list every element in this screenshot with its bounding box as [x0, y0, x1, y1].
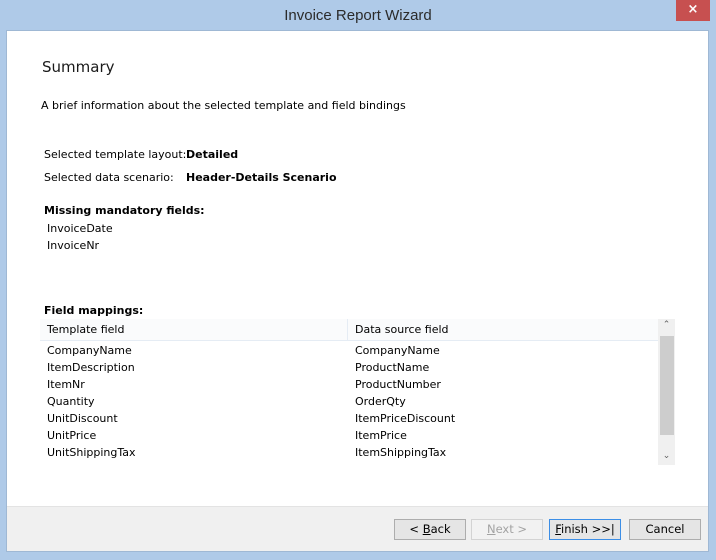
data-source-cell: ProductName: [355, 361, 430, 374]
page-description: A brief information about the selected t…: [41, 99, 406, 112]
scroll-up-arrow-icon[interactable]: ⌃: [658, 320, 675, 330]
template-layout-label: Selected template layout:: [44, 148, 187, 161]
template-field-cell: ItemNr: [47, 378, 85, 391]
cancel-button[interactable]: Cancel: [629, 519, 701, 540]
data-source-cell: CompanyName: [355, 344, 440, 357]
field-mappings-label: Field mappings:: [44, 304, 144, 317]
column-header-template-field[interactable]: Template field: [40, 319, 348, 341]
template-field-cell: UnitPrice: [47, 429, 97, 442]
missing-field-item: InvoiceNr: [47, 239, 100, 252]
table-row[interactable]: ItemDescription ProductName: [40, 359, 658, 376]
next-button[interactable]: Next >: [471, 519, 543, 540]
template-field-cell: Quantity: [47, 395, 95, 408]
data-source-cell: OrderQty: [355, 395, 406, 408]
field-mappings-table: Template field Data source field Company…: [40, 319, 658, 465]
missing-field-item: InvoiceDate: [47, 222, 113, 235]
table-row[interactable]: UnitShippingTax ItemShippingTax: [40, 444, 658, 461]
back-button[interactable]: < Back: [394, 519, 466, 540]
table-row[interactable]: UnitPrice ItemPrice: [40, 427, 658, 444]
template-field-cell: CompanyName: [47, 344, 132, 357]
data-source-cell: ProductNumber: [355, 378, 441, 391]
table-row[interactable]: ItemNr ProductNumber: [40, 376, 658, 393]
column-header-data-source-field[interactable]: Data source field: [348, 319, 658, 341]
template-field-cell: ItemDescription: [47, 361, 135, 374]
close-button[interactable]: ×: [676, 0, 710, 21]
data-scenario-value: Header-Details Scenario: [186, 171, 337, 184]
table-row[interactable]: CompanyName CompanyName: [40, 342, 658, 359]
table-row[interactable]: UnitDiscount ItemPriceDiscount: [40, 410, 658, 427]
template-field-cell: UnitDiscount: [47, 412, 118, 425]
table-row[interactable]: Quantity OrderQty: [40, 393, 658, 410]
data-scenario-label: Selected data scenario:: [44, 171, 174, 184]
template-layout-value: Detailed: [186, 148, 239, 161]
missing-fields-label: Missing mandatory fields:: [44, 204, 205, 217]
data-source-cell: ItemPriceDiscount: [355, 412, 456, 425]
data-source-cell: ItemShippingTax: [355, 446, 447, 459]
page-title: Summary: [42, 58, 115, 76]
template-field-cell: UnitShippingTax: [47, 446, 136, 459]
finish-button[interactable]: Finish >>|: [549, 519, 621, 540]
scroll-down-arrow-icon[interactable]: ⌄: [658, 451, 675, 461]
window-title: Invoice Report Wizard: [284, 7, 432, 24]
scrollbar-thumb[interactable]: [660, 336, 674, 435]
data-source-cell: ItemPrice: [355, 429, 407, 442]
